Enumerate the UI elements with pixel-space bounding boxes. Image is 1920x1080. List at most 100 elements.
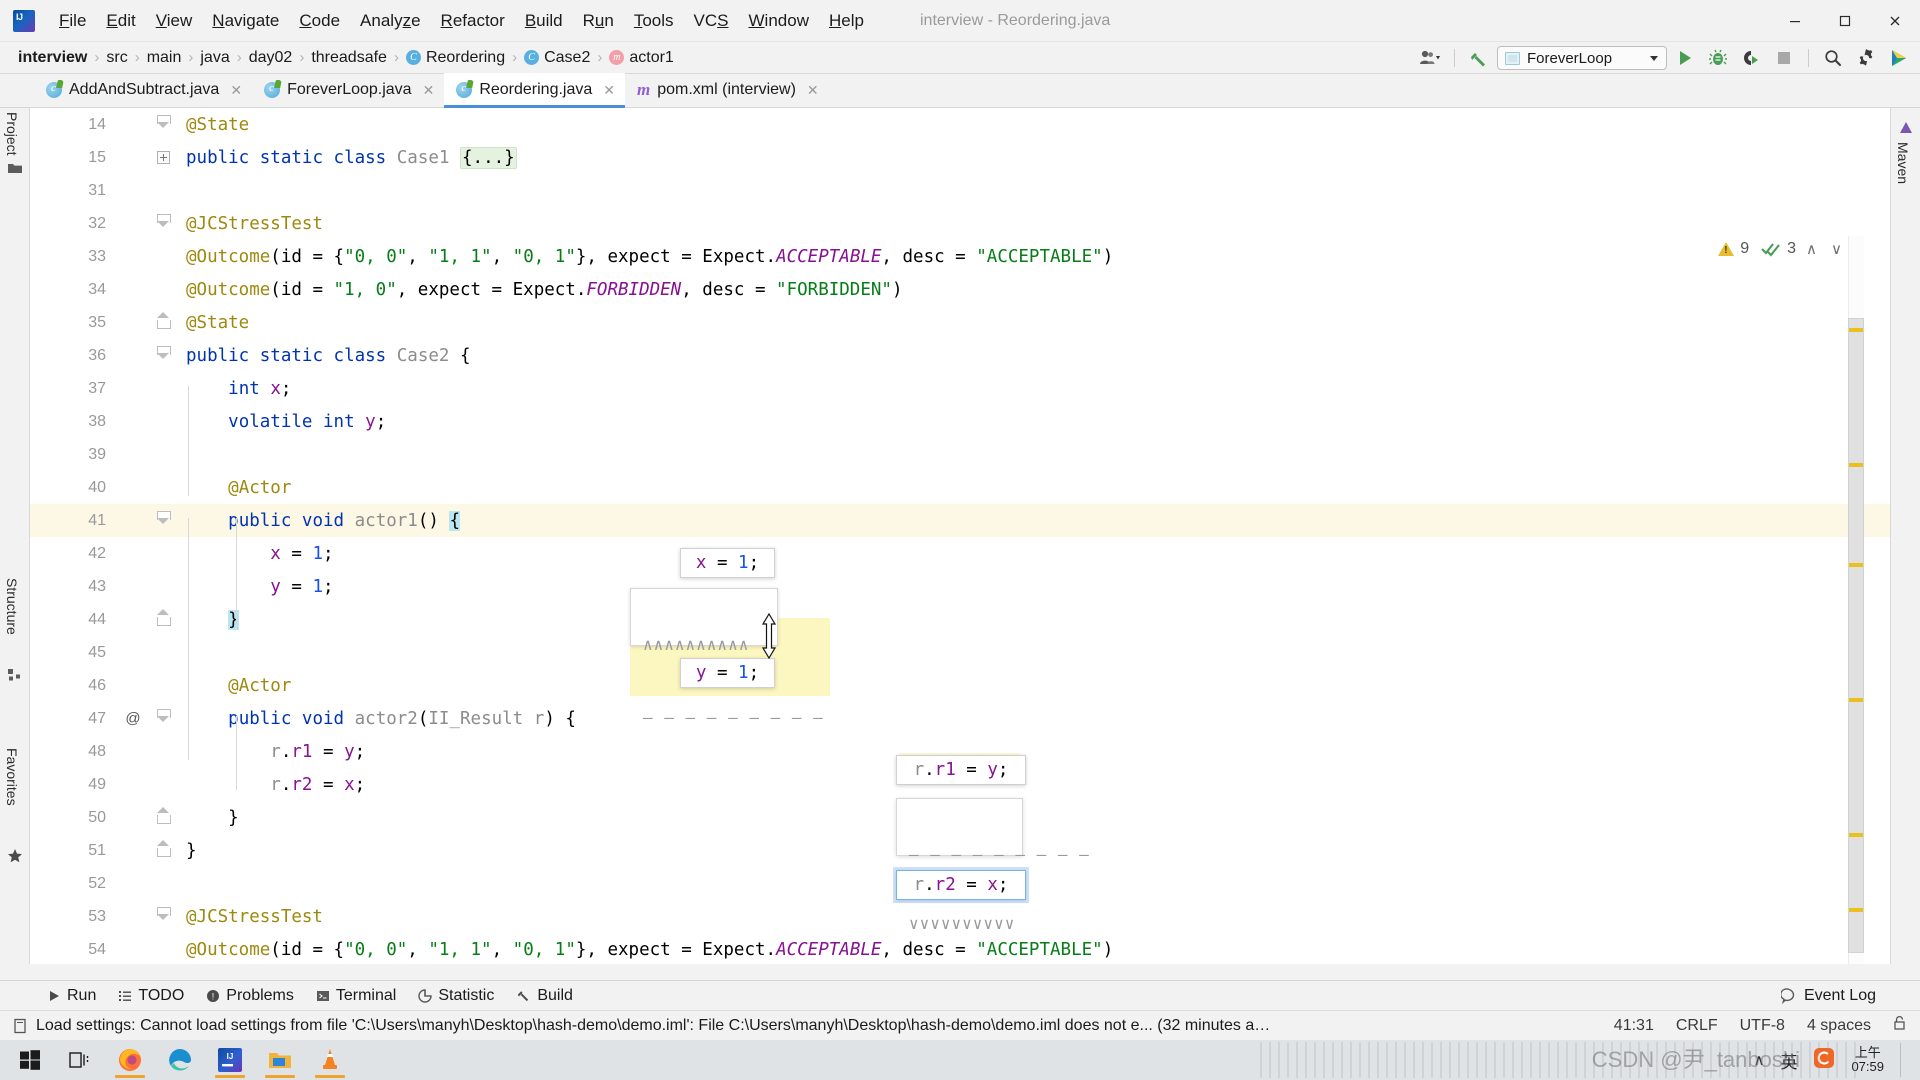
code-line[interactable]: 45 xyxy=(30,636,1890,669)
search-everywhere-icon[interactable] xyxy=(1818,45,1848,71)
ide-assistant-icon[interactable] xyxy=(1884,45,1914,71)
tray-chevron-icon[interactable]: ∧ xyxy=(1753,1051,1764,1069)
read-only-lock-icon[interactable] xyxy=(1893,1015,1906,1036)
intellij-idea-icon[interactable]: IJ xyxy=(208,1040,252,1080)
menu-item-analyze[interactable]: Analyze xyxy=(350,0,431,42)
line-separator[interactable]: CRLF xyxy=(1676,1017,1718,1035)
close-tab-icon[interactable]: ✕ xyxy=(423,82,435,99)
code-line[interactable]: 43 y = 1; xyxy=(30,570,1890,603)
menu-item-build[interactable]: Build xyxy=(515,0,573,42)
line-number[interactable]: 51 xyxy=(30,842,116,860)
editor-scrollbar-thumb[interactable] xyxy=(1848,318,1864,953)
firefox-icon[interactable] xyxy=(108,1040,152,1080)
breadcrumb-item-threadsafe[interactable]: threadsafe xyxy=(311,49,387,67)
project-icon[interactable] xyxy=(7,160,23,176)
line-number[interactable]: 54 xyxy=(30,941,116,959)
code-line[interactable]: 32 @JCStressTest xyxy=(30,207,1890,240)
code-fold-toggle[interactable] xyxy=(150,311,176,333)
code-fold-toggle[interactable] xyxy=(150,806,176,828)
line-number[interactable]: 43 xyxy=(30,578,116,596)
menu-item-navigate[interactable]: Navigate xyxy=(202,0,289,42)
code-text[interactable]: x = 1; xyxy=(176,544,1890,564)
sidebar-item-structure[interactable]: Structure xyxy=(4,578,20,635)
editor-tab-addandsubtract[interactable]: AddAndSubtract.java ✕ xyxy=(34,73,252,107)
code-text[interactable] xyxy=(176,445,1890,465)
sidebar-item-project[interactable]: Project xyxy=(4,112,20,156)
structure-icon[interactable] xyxy=(7,666,23,682)
close-tab-icon[interactable]: ✕ xyxy=(603,82,615,99)
code-line[interactable]: 46 @Actor xyxy=(30,669,1890,702)
windows-start-icon[interactable] xyxy=(8,1040,52,1080)
breadcrumb-item-day02[interactable]: day02 xyxy=(249,49,293,67)
line-number[interactable]: 50 xyxy=(30,809,116,827)
maven-icon[interactable] xyxy=(1898,120,1914,136)
status-message[interactable]: Load settings: Cannot load settings from… xyxy=(36,1017,1276,1035)
code-fold-toggle[interactable] xyxy=(150,114,176,135)
code-line[interactable]: 39 xyxy=(30,438,1890,471)
code-text[interactable]: public void actor1() { xyxy=(176,510,1890,531)
code-line[interactable]: 42 x = 1; xyxy=(30,537,1890,570)
code-text[interactable]: @State xyxy=(176,313,1890,333)
code-line[interactable]: 15 public static class Case1 {...} xyxy=(30,141,1890,174)
code-text[interactable] xyxy=(176,643,1890,663)
file-explorer-icon[interactable] xyxy=(258,1040,302,1080)
task-view-icon[interactable] xyxy=(58,1040,102,1080)
line-number[interactable]: 40 xyxy=(30,479,116,497)
settings-gear-icon[interactable] xyxy=(1851,45,1881,71)
code-line[interactable]: 40 @Actor xyxy=(30,471,1890,504)
line-number[interactable]: 15 xyxy=(30,149,116,167)
indent-setting[interactable]: 4 spaces xyxy=(1807,1017,1871,1035)
code-line[interactable]: 34 @Outcome(id = "1, 0", expect = Expect.… xyxy=(30,273,1890,306)
user-avatar-icon[interactable] xyxy=(1415,45,1445,71)
code-line[interactable]: 31 xyxy=(30,174,1890,207)
code-fold-toggle[interactable] xyxy=(150,839,176,861)
code-text[interactable]: r.r1 = y; xyxy=(176,742,1890,762)
code-editor[interactable]: 14 @State 15 public static class Case1 {...… xyxy=(30,108,1890,964)
menu-item-view[interactable]: View xyxy=(146,0,203,42)
scrollbar-warning-mark[interactable] xyxy=(1849,563,1863,567)
run-configuration-selector[interactable]: ForeverLoop xyxy=(1497,46,1667,70)
tool-window-statistic[interactable]: Statistic xyxy=(409,984,503,1008)
code-text[interactable]: r.r2 = x; xyxy=(176,775,1890,795)
scrollbar-warning-mark[interactable] xyxy=(1849,328,1863,332)
code-fold-toggle[interactable] xyxy=(150,148,176,168)
code-line[interactable]: 38 volatile int y; xyxy=(30,405,1890,438)
run-icon[interactable] xyxy=(1670,45,1700,71)
line-number[interactable]: 38 xyxy=(30,413,116,431)
code-fold-toggle[interactable] xyxy=(150,906,176,927)
code-text[interactable]: @State xyxy=(176,115,1890,135)
notification-icon[interactable] xyxy=(12,1018,28,1034)
menu-item-code[interactable]: Code xyxy=(289,0,350,42)
drag-preview-line-r1[interactable]: r. r1 = y; xyxy=(896,755,1026,785)
code-line[interactable]: 14 @State xyxy=(30,108,1890,141)
next-problem-icon[interactable]: ∨ xyxy=(1827,240,1846,258)
tool-window-todo[interactable]: TODO xyxy=(109,984,193,1008)
line-number[interactable]: 42 xyxy=(30,545,116,563)
menu-item-window[interactable]: Window xyxy=(739,0,819,42)
close-button[interactable] xyxy=(1870,0,1920,42)
code-fold-toggle[interactable] xyxy=(150,510,176,531)
vlc-icon[interactable] xyxy=(308,1040,352,1080)
line-number[interactable]: 41 xyxy=(30,512,116,530)
line-number[interactable]: 49 xyxy=(30,776,116,794)
edge-icon[interactable] xyxy=(158,1040,202,1080)
code-line[interactable]: 33 @Outcome(id = {"0, 0", "1, 1", "0, 1"}… xyxy=(30,240,1890,273)
drag-preview-line-x[interactable]: x = 1; xyxy=(680,548,775,578)
drag-preview-line-r2[interactable]: r. r2 = x; xyxy=(896,870,1026,900)
code-text[interactable]: @Actor xyxy=(176,676,1890,696)
editor-tab-foreverloop[interactable]: ForeverLoop.java ✕ xyxy=(252,73,444,107)
code-line[interactable]: 47 @ public void actor2(II_Result r) { xyxy=(30,702,1890,735)
debug-icon[interactable] xyxy=(1703,45,1733,71)
menu-item-file[interactable]: File xyxy=(49,0,96,42)
code-fold-toggle[interactable] xyxy=(150,608,176,630)
code-text[interactable]: @Outcome(id = "1, 0", expect = Expect.FO… xyxy=(176,280,1890,300)
breadcrumb-item-java[interactable]: java xyxy=(200,49,229,67)
event-log-button[interactable]: Event Log xyxy=(1780,987,1876,1005)
inspection-summary[interactable]: 9 3 ∧ ∨ xyxy=(1718,240,1846,258)
scrollbar-warning-mark[interactable] xyxy=(1849,908,1863,912)
line-number[interactable]: 53 xyxy=(30,908,116,926)
line-number[interactable]: 35 xyxy=(30,314,116,332)
scrollbar-warning-mark[interactable] xyxy=(1849,833,1863,837)
breadcrumb-item-interview[interactable]: interview xyxy=(18,49,87,67)
code-text[interactable]: } xyxy=(176,609,1890,630)
